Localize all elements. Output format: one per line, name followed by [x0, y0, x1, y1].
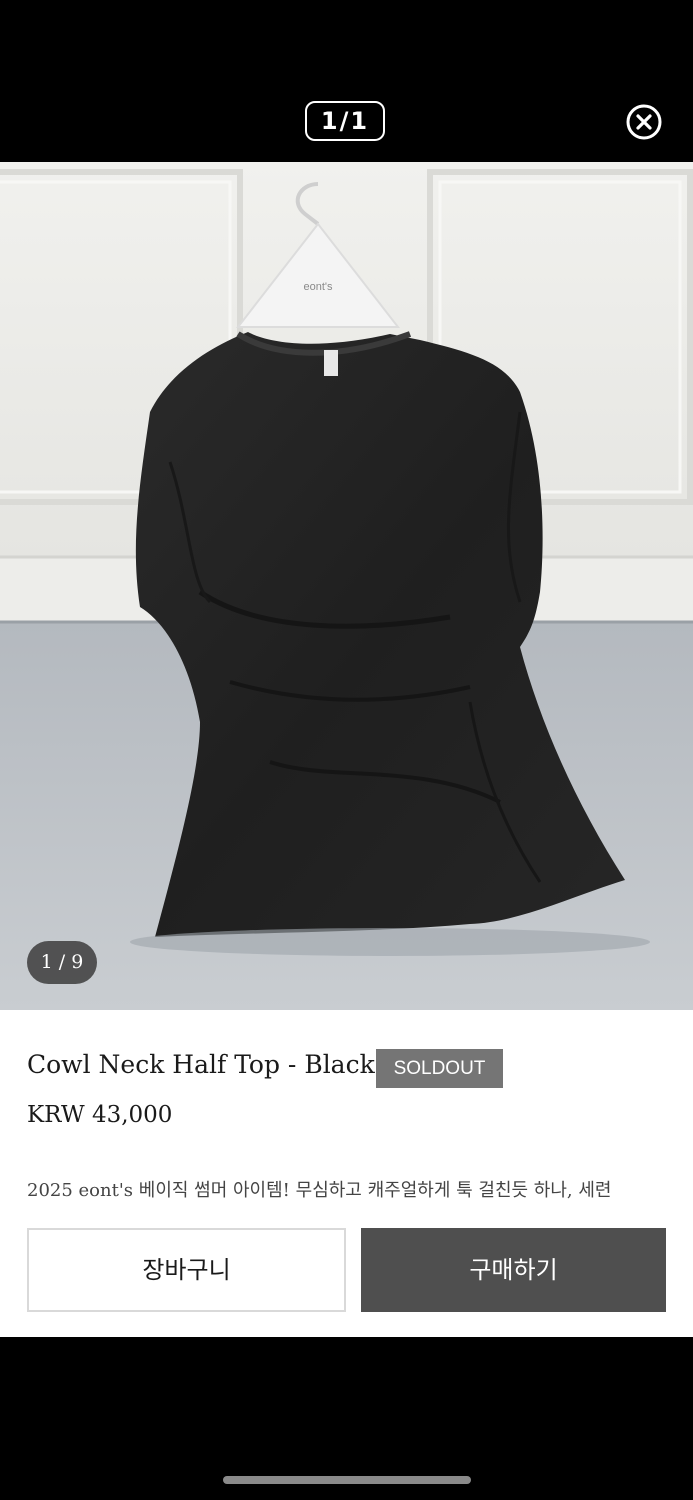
product-image-viewer: 1/1 eont's 1 / 9 Cowl Neck Half Top - Bl…	[0, 0, 693, 1500]
product-photo-illustration: eont's	[0, 162, 693, 1010]
product-photo[interactable]: eont's	[0, 162, 693, 1010]
status-badge: SOLDOUT	[376, 1049, 503, 1088]
product-price: KRW 43,000	[27, 1102, 173, 1128]
close-button[interactable]	[626, 104, 662, 140]
page-counter: 1/1	[305, 101, 385, 141]
product-title: Cowl Neck Half Top - Black	[27, 1050, 375, 1079]
buy-now-button[interactable]: 구매하기	[361, 1228, 666, 1312]
hanger-brand-text: eont's	[303, 281, 333, 293]
action-bar: 장바구니 구매하기	[0, 1210, 693, 1337]
image-counter: 1 / 9	[27, 941, 97, 984]
add-to-cart-button[interactable]: 장바구니	[27, 1228, 346, 1312]
product-info: Cowl Neck Half Top - Black SOLDOUT KRW 4…	[0, 1010, 693, 1210]
close-icon	[626, 104, 662, 140]
home-indicator[interactable]	[223, 1476, 471, 1484]
viewer-top-bar: 1/1	[0, 0, 693, 162]
product-description: 2025 eont's 베이직 썸머 아이템! 무심하고 캐주얼하게 툭 걸친듯…	[27, 1180, 612, 1201]
